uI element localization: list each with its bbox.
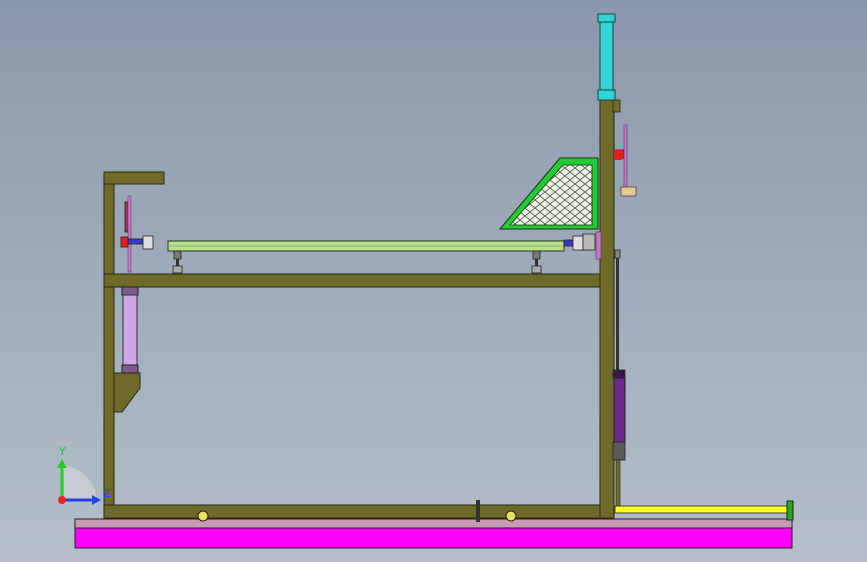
frame-right-post[interactable]: [599, 99, 615, 519]
frame-left-post[interactable]: [103, 171, 115, 519]
base-plate[interactable]: [74, 527, 793, 549]
frame-bottom-beam[interactable]: [103, 504, 615, 519]
cad-graphics-viewport[interactable]: Y Z: [0, 0, 867, 562]
bottom-pin: [476, 500, 480, 522]
yellow-rail[interactable]: [614, 505, 788, 514]
y-axis-label: Y: [58, 445, 66, 458]
roller-right[interactable]: [505, 510, 517, 522]
frame-top-hook[interactable]: [103, 171, 165, 185]
cad-model-view[interactable]: Y Z: [0, 0, 867, 562]
left-cylinder[interactable]: [121, 286, 139, 374]
rail-end-stop[interactable]: [786, 500, 794, 521]
triad-origin: [58, 496, 66, 504]
frame-middle-beam[interactable]: [103, 273, 615, 288]
roller-left[interactable]: [197, 510, 209, 522]
z-axis-label: Z: [103, 487, 111, 500]
